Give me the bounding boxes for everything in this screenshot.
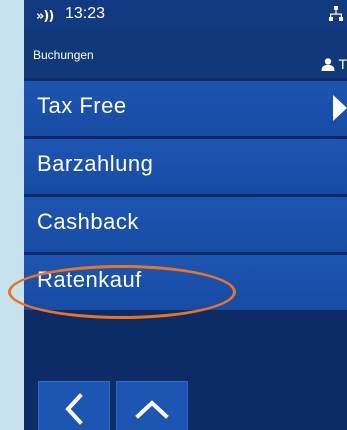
menu-item-label: Ratenkauf	[37, 267, 142, 292]
back-button[interactable]	[38, 381, 110, 430]
breadcrumb: Buchungen	[33, 48, 94, 62]
booking-menu: Tax Free Barzahlung Cashback Ratenkauf	[24, 81, 347, 313]
terminal-screen: »)) 13:23 Buchungen T Tax Free Barzahlun…	[24, 0, 347, 430]
menu-item-label: Tax Free	[37, 93, 127, 118]
menu-item-cashback[interactable]: Cashback	[24, 197, 347, 252]
arrow-right-icon	[333, 95, 347, 121]
user-initial: T	[338, 56, 347, 72]
menu-item-label: Barzahlung	[37, 151, 154, 176]
menu-item-label: Cashback	[37, 209, 139, 234]
status-time: 13:23	[65, 5, 106, 22]
chevron-up-icon	[135, 400, 169, 419]
chevron-left-icon	[65, 393, 83, 425]
menu-item-tax-free[interactable]: Tax Free	[24, 81, 347, 136]
menu-item-barzahlung[interactable]: Barzahlung	[24, 139, 347, 194]
status-bar: »)) 13:23	[24, 0, 347, 30]
network-icon	[329, 6, 343, 21]
user-icon	[321, 58, 335, 71]
nfc-icon: »))	[36, 9, 54, 24]
header-bar: Buchungen T	[24, 30, 347, 78]
up-button[interactable]	[116, 381, 188, 430]
menu-item-ratenkauf[interactable]: Ratenkauf	[24, 255, 347, 310]
